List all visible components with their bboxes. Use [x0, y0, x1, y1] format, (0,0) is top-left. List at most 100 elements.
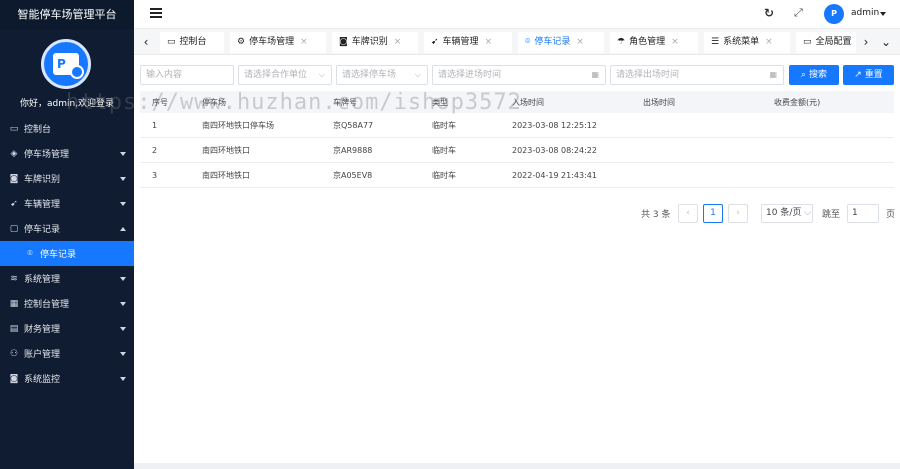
- config-icon: ▭: [803, 37, 812, 47]
- tab-label: 全局配置: [815, 37, 852, 47]
- sidebar-menu: ▭ 控制台 ◈ 停车场管理 ◙ 车牌识别 ➹ 车辆管理 ▢ 停车记录 ⌾ 停车记录 ≋ 系统管理 ▦ 控制台管…: [0, 116, 134, 391]
- tab-7[interactable]: ▭ 全局配置: [796, 32, 856, 53]
- chevron-down-icon[interactable]: [880, 12, 886, 16]
- sidebar-item-label: 停车记录: [40, 250, 77, 260]
- next-page-button[interactable]: ›: [728, 204, 748, 223]
- chevron-down-icon: [120, 276, 126, 281]
- sidebar-item-label: 控制台: [24, 125, 52, 135]
- grid-icon: ▦: [9, 298, 19, 309]
- table-cell: 南四环地铁口: [202, 145, 250, 155]
- table-row[interactable]: 3 南四环地铁口 京A05EV8 临时车 2022-04-19 21:43:41: [140, 163, 894, 188]
- table-cell: 2023-03-08 08:24:22: [512, 145, 597, 155]
- close-icon[interactable]: ×: [765, 37, 773, 47]
- chevron-up-icon: [120, 226, 126, 231]
- tab-0[interactable]: ▭ 控制台: [160, 32, 224, 53]
- column-header: 类型: [432, 97, 448, 107]
- exit-time-picker[interactable]: 请选择出场时间 ▦: [610, 65, 784, 85]
- table-cell: 2023-03-08 12:25:12: [512, 120, 597, 130]
- search-button[interactable]: ⌕ 搜索: [789, 65, 839, 85]
- calendar-icon: ▦: [769, 70, 777, 79]
- fullscreen-icon[interactable]: ⤢: [794, 6, 803, 20]
- sidebar-item-label: 系统管理: [24, 275, 61, 285]
- lot-select-placeholder: 请选择停车场: [342, 70, 397, 80]
- tab-scroll-right-icon[interactable]: ›: [856, 29, 876, 55]
- tab-6[interactable]: ☰ 系统菜单 ×: [704, 32, 790, 53]
- table-cell: 南四环地铁口停车场: [202, 120, 274, 130]
- table-cell: 临时车: [432, 120, 456, 130]
- sidebar-item-label: 车牌识别: [24, 175, 61, 185]
- table-cell: 2022-04-19 21:43:41: [512, 170, 597, 180]
- record-icon: ▢: [9, 223, 19, 234]
- refresh-icon[interactable]: ↻: [764, 6, 774, 20]
- tab-scroll-left-icon[interactable]: ‹: [136, 29, 156, 55]
- close-icon[interactable]: ×: [671, 37, 679, 47]
- sidebar-item-2[interactable]: ◙ 车牌识别: [0, 166, 134, 191]
- tab-dropdown-icon[interactable]: ⌄: [876, 29, 896, 55]
- table-cell: 临时车: [432, 145, 456, 155]
- umbrella-icon: ☂: [617, 37, 626, 47]
- table-row[interactable]: 1 南四环地铁口停车场 京Q58A77 临时车 2023-03-08 12:25:12: [140, 113, 894, 138]
- keyword-input[interactable]: 输入内容: [140, 65, 234, 85]
- page-size-select[interactable]: 10 条/页 ⌵: [761, 204, 813, 223]
- entry-time-picker[interactable]: 请选择进场时间 ▦: [432, 65, 606, 85]
- pagination-total: 共 3 条: [641, 210, 671, 220]
- sidebar-item-3[interactable]: ➹ 车辆管理: [0, 191, 134, 216]
- records-table: 序号 停车场 车牌号 类型 入场时间 出场时间 收费金额(元) 1 南四环地铁口停车场 京Q58…: [140, 91, 894, 188]
- sidebar-item-8[interactable]: ▤ 财务管理: [0, 316, 134, 341]
- column-header: 停车场: [202, 97, 226, 107]
- tab-label: 系统菜单: [723, 37, 760, 47]
- tab-label: 控制台: [179, 37, 207, 47]
- sidebar-item-6[interactable]: ≋ 系统管理: [0, 266, 134, 291]
- tab-label: 车牌识别: [351, 37, 388, 47]
- sidebar-item-0[interactable]: ▭ 控制台: [0, 116, 134, 141]
- tab-5[interactable]: ☂ 角色管理 ×: [610, 32, 698, 53]
- sidebar-item-label: 系统监控: [24, 375, 61, 385]
- tab-2[interactable]: ◙ 车牌识别 ×: [332, 32, 418, 53]
- reset-button[interactable]: ↗ 重置: [843, 65, 894, 85]
- entry-time-placeholder: 请选择进场时间: [438, 70, 502, 80]
- goto-label: 跳至: [822, 210, 841, 220]
- close-icon[interactable]: ×: [394, 37, 402, 47]
- table-row[interactable]: 2 南四环地铁口 京AR9888 临时车 2023-03-08 08:24:22: [140, 138, 894, 163]
- send-icon: ➹: [431, 37, 439, 47]
- user-icon: ⚇: [9, 348, 19, 359]
- close-icon[interactable]: ×: [485, 37, 493, 47]
- sidebar-item-5[interactable]: ⌾ 停车记录: [0, 241, 134, 266]
- table-cell: 京AR9888: [333, 145, 373, 155]
- chevron-down-icon: ⌵: [804, 208, 812, 218]
- sidebar-item-9[interactable]: ⚇ 账户管理: [0, 341, 134, 366]
- tab-label: 停车场管理: [249, 37, 295, 47]
- sidebar-item-4[interactable]: ▢ 停车记录: [0, 216, 134, 241]
- lot-select[interactable]: 请选择停车场 ⌵: [336, 65, 428, 85]
- tab-4[interactable]: ⌾ 停车记录 ×: [518, 32, 604, 53]
- table-cell: 3: [152, 170, 158, 180]
- prev-page-button[interactable]: ‹: [678, 204, 698, 223]
- column-header: 入场时间: [512, 97, 544, 107]
- partner-select-placeholder: 请选择合作单位: [244, 70, 308, 80]
- close-icon[interactable]: ×: [300, 37, 308, 47]
- chevron-down-icon: [120, 376, 126, 381]
- table-cell: 京Q58A77: [333, 120, 374, 130]
- goto-page-input[interactable]: 1: [847, 204, 879, 223]
- search-icon: ⌕: [801, 70, 807, 80]
- calendar-icon: ▦: [591, 70, 599, 79]
- sidebar-item-label: 停车记录: [24, 225, 61, 235]
- sidebar-item-1[interactable]: ◈ 停车场管理: [0, 141, 134, 166]
- finance-icon: ▤: [9, 323, 19, 334]
- table-cell: 1: [152, 120, 158, 130]
- sidebar-item-10[interactable]: ◙ 系统监控: [0, 366, 134, 391]
- page-number-button[interactable]: 1: [703, 204, 723, 223]
- tab-3[interactable]: ➹ 车辆管理 ×: [424, 32, 512, 53]
- tab-bar: ‹ ▭ 控制台 ⚙ 停车场管理 × ◙ 车牌识别 × ➹ 车辆管理 × ⌾ 停车记录 × ☂ 角色管理 × ☰ 系统…: [134, 29, 900, 55]
- menu-toggle-icon[interactable]: [150, 8, 162, 20]
- close-icon[interactable]: ×: [576, 37, 584, 47]
- partner-select[interactable]: 请选择合作单位 ⌵: [238, 65, 332, 85]
- welcome-text: 你好，admin,欢迎登录: [19, 99, 115, 109]
- tab-label: 车辆管理: [442, 37, 479, 47]
- page-suffix-label: 页: [886, 210, 896, 220]
- monitor-icon: ▭: [9, 123, 19, 134]
- tab-1[interactable]: ⚙ 停车场管理 ×: [230, 32, 326, 53]
- sidebar-item-7[interactable]: ▦ 控制台管理: [0, 291, 134, 316]
- avatar[interactable]: P: [824, 4, 844, 24]
- username[interactable]: admin: [851, 8, 879, 18]
